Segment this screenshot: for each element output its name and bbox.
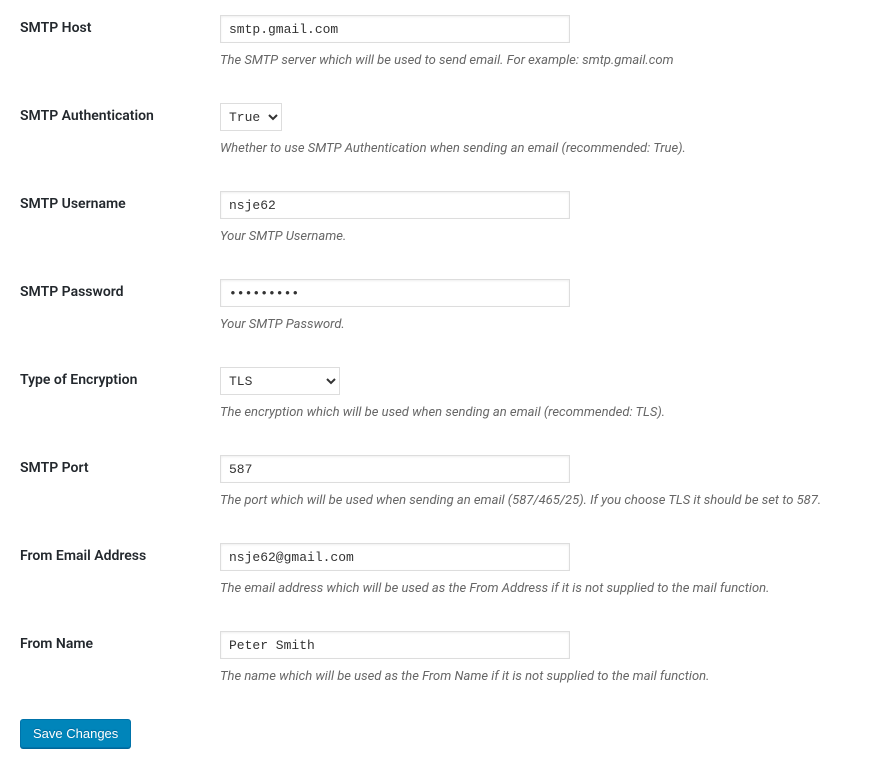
from-name-label: From Name	[0, 616, 220, 704]
smtp-auth-label: SMTP Authentication	[0, 88, 220, 176]
from-name-input[interactable]	[220, 631, 570, 659]
save-changes-button[interactable]: Save Changes	[20, 719, 131, 748]
from-email-input[interactable]	[220, 543, 570, 571]
smtp-port-input[interactable]	[220, 455, 570, 483]
smtp-port-label: SMTP Port	[0, 440, 220, 528]
smtp-auth-description: Whether to use SMTP Authentication when …	[220, 141, 882, 156]
smtp-host-input[interactable]	[220, 15, 570, 43]
smtp-port-description: The port which will be used when sending…	[220, 493, 882, 508]
smtp-settings-form: SMTP Host The SMTP server which will be …	[0, 0, 892, 704]
smtp-username-description: Your SMTP Username.	[220, 229, 882, 244]
smtp-password-input[interactable]	[220, 279, 570, 307]
from-email-description: The email address which will be used as …	[220, 581, 882, 596]
smtp-password-description: Your SMTP Password.	[220, 317, 882, 332]
from-email-label: From Email Address	[0, 528, 220, 616]
submit-area: Save Changes	[0, 704, 892, 763]
encryption-label: Type of Encryption	[0, 352, 220, 440]
smtp-username-input[interactable]	[220, 191, 570, 219]
smtp-username-label: SMTP Username	[0, 176, 220, 264]
encryption-description: The encryption which will be used when s…	[220, 405, 882, 420]
encryption-select[interactable]: TLS	[220, 367, 340, 395]
smtp-password-label: SMTP Password	[0, 264, 220, 352]
smtp-auth-select[interactable]: True	[220, 103, 282, 131]
smtp-host-description: The SMTP server which will be used to se…	[220, 53, 882, 68]
from-name-description: The name which will be used as the From …	[220, 669, 882, 684]
smtp-host-label: SMTP Host	[0, 0, 220, 88]
